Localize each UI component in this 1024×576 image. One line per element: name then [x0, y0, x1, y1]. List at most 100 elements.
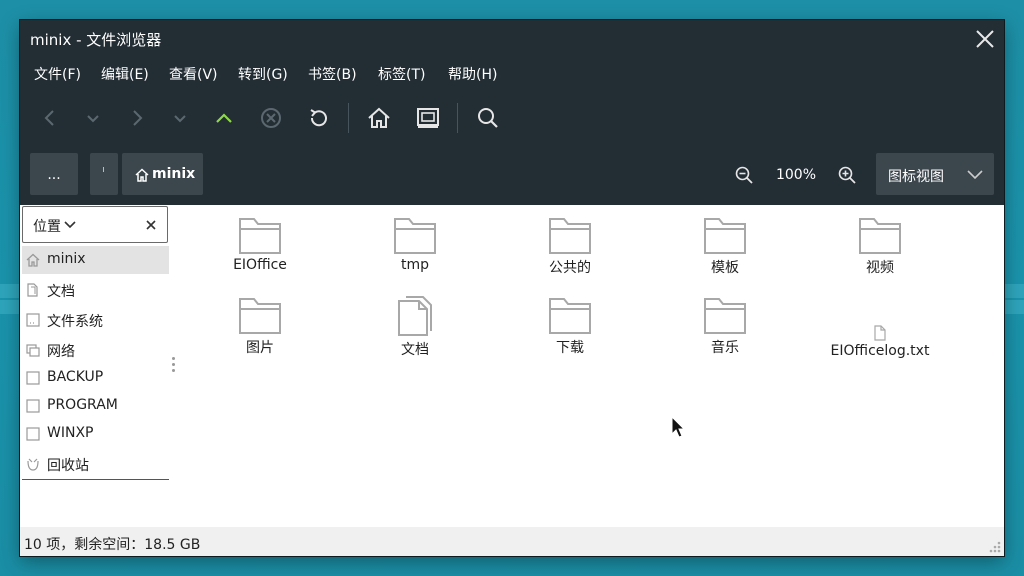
menu-file[interactable]: 文件(F)	[34, 64, 81, 84]
sidebar-item-label: 文件系统	[47, 314, 103, 330]
documents-icon	[27, 283, 38, 297]
sidebar-item-label: 回收站	[47, 458, 89, 474]
file-item-downloads[interactable]: 下载	[505, 297, 635, 373]
menu-bar: 文件(F) 编辑(E) 查看(V) 转到(G) 书签(B) 标签(T) 帮助(H…	[20, 57, 1004, 89]
file-name: EIOffice	[233, 257, 287, 273]
sidebar-item-filesystem[interactable]: 文件系统	[22, 306, 169, 334]
drive-icon	[26, 399, 40, 413]
sidebar-item-trash[interactable]: 回收站	[22, 450, 169, 478]
back-history-icon[interactable]	[79, 104, 107, 132]
drive-icon	[26, 427, 40, 441]
toolbar	[20, 89, 1004, 147]
sidebar-item-minix[interactable]: minix	[22, 246, 169, 274]
home-icon	[26, 253, 40, 267]
zoom-out-icon[interactable]	[734, 165, 754, 185]
toolbar-separator	[348, 103, 349, 133]
sidebar-item-winxp[interactable]: WINXP	[22, 420, 169, 448]
file-item-documents[interactable]: 文档	[350, 295, 480, 371]
search-icon[interactable]	[474, 104, 502, 132]
network-icon	[26, 344, 40, 357]
close-icon[interactable]	[146, 220, 156, 230]
file-item-public[interactable]: 公共的	[505, 217, 635, 293]
file-name: 图片	[246, 340, 274, 356]
menu-tabs[interactable]: 标签(T)	[378, 64, 425, 84]
file-item-music[interactable]: 音乐	[660, 297, 790, 373]
folder-icon	[394, 218, 436, 254]
current-folder-label: minix	[152, 166, 196, 182]
sidebar-splitter[interactable]	[170, 205, 178, 527]
places-header-label: 位置	[33, 219, 61, 235]
path-button-minix[interactable]: minix	[122, 153, 203, 195]
sidebar-item-backup[interactable]: BACKUP	[22, 364, 169, 392]
parent-path-label: ...	[47, 167, 61, 183]
mouse-cursor-icon	[671, 416, 686, 438]
file-name: 下载	[556, 340, 584, 356]
forward-history-icon[interactable]	[166, 104, 194, 132]
file-name: tmp	[400, 257, 429, 273]
folder-icon	[549, 298, 591, 334]
zoom-level: 100%	[775, 167, 817, 183]
sidebar-item-documents[interactable]: 文档	[22, 276, 169, 304]
folder-icon	[239, 218, 281, 254]
menu-bookmarks[interactable]: 书签(B)	[308, 64, 357, 84]
sidebar-item-program[interactable]: PROGRAM	[22, 392, 169, 420]
up-icon[interactable]	[210, 104, 238, 132]
menu-view[interactable]: 查看(V)	[169, 64, 218, 84]
places-header[interactable]: 位置	[22, 206, 168, 243]
view-mode-label: 图标视图	[888, 169, 944, 185]
folder-icon	[704, 298, 746, 334]
file-manager-window: minix - 文件浏览器 文件(F) 编辑(E) 查看(V) 转到(G) 书签…	[20, 20, 1004, 556]
text-file-icon	[874, 325, 886, 341]
path-scroll-left-button[interactable]	[90, 153, 118, 195]
menu-help[interactable]: 帮助(H)	[448, 64, 497, 84]
scroll-left-icon	[103, 167, 104, 172]
file-item-videos[interactable]: 视频	[815, 217, 945, 293]
sidebar-divider	[22, 479, 169, 480]
filesystem-icon	[26, 313, 40, 327]
folder-icon	[859, 218, 901, 254]
documents-folder-icon	[398, 296, 432, 336]
chevron-down-icon	[64, 221, 76, 229]
file-name: 模板	[711, 260, 739, 276]
sidebar-item-label: 文档	[47, 284, 75, 300]
sidebar-item-label: WINXP	[47, 425, 94, 441]
file-item-eioffice[interactable]: EIOffice	[195, 217, 325, 293]
file-name: 音乐	[711, 340, 739, 356]
sidebar-item-label: PROGRAM	[47, 397, 118, 413]
file-item-tmp[interactable]: tmp	[350, 217, 480, 293]
view-mode-select[interactable]: 图标视图	[876, 153, 994, 195]
stop-icon[interactable]	[257, 104, 285, 132]
file-name: 视频	[866, 260, 894, 276]
location-bar: ... minix 100% 图标视图	[20, 147, 1004, 205]
home-icon[interactable]	[365, 104, 393, 132]
menu-go[interactable]: 转到(G)	[238, 64, 288, 84]
computer-icon[interactable]	[414, 104, 442, 132]
parent-path-button[interactable]: ...	[30, 153, 78, 195]
sidebar-item-label: 网络	[47, 344, 75, 360]
folder-icon	[549, 218, 591, 254]
folder-icon	[239, 298, 281, 334]
file-item-templates[interactable]: 模板	[660, 217, 790, 293]
folder-icon	[704, 218, 746, 254]
resize-grip-icon[interactable]	[988, 540, 1002, 554]
status-text: 10 项，剩余空间：18.5 GB	[24, 537, 201, 553]
sidebar-item-network[interactable]: 网络	[22, 336, 169, 364]
chevron-down-icon	[967, 170, 983, 180]
reload-icon[interactable]	[305, 104, 333, 132]
close-icon[interactable]	[972, 26, 998, 52]
file-item-pictures[interactable]: 图片	[195, 297, 325, 373]
file-item-eiofficelog-txt[interactable]: EIOfficelog.txt	[815, 325, 945, 401]
toolbar-separator	[457, 103, 458, 133]
file-view: EIOffice tmp 公共的 模板 视频 图片 文档 下载 音乐 EIOff…	[178, 205, 1004, 527]
zoom-in-icon[interactable]	[837, 165, 857, 185]
home-icon	[135, 168, 149, 182]
sidebar-item-label: BACKUP	[47, 369, 104, 385]
places-sidebar: 位置 minix 文档 文件系统 网络 BACKUP PROGRAM WINXP…	[20, 205, 170, 527]
forward-icon[interactable]	[123, 104, 151, 132]
trash-icon	[27, 458, 39, 471]
file-name: 公共的	[549, 260, 591, 276]
back-icon[interactable]	[36, 104, 64, 132]
title-bar: minix - 文件浏览器	[20, 20, 1004, 57]
menu-edit[interactable]: 编辑(E)	[101, 64, 149, 84]
sidebar-item-label: minix	[47, 251, 86, 267]
